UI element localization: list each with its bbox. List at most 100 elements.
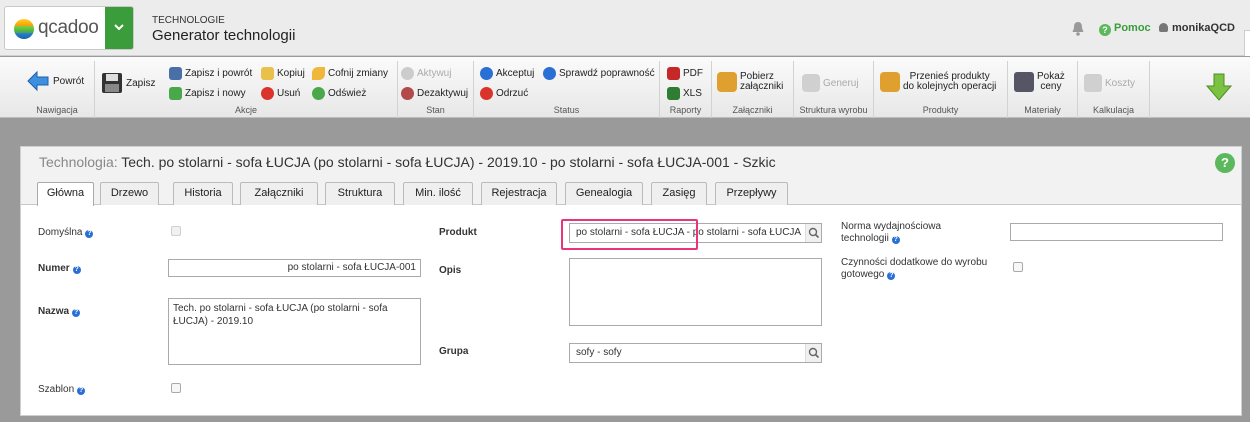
refresh-icon bbox=[312, 87, 325, 100]
activate-icon bbox=[401, 67, 414, 80]
accept-button[interactable]: Akceptuj bbox=[480, 67, 534, 80]
tab-range[interactable]: Zasięg bbox=[651, 182, 707, 205]
info-icon[interactable]: ? bbox=[72, 266, 81, 274]
help-link[interactable]: ? Pomoc bbox=[1099, 22, 1151, 36]
deactivate-label: Dezaktywuj bbox=[417, 88, 469, 99]
info-icon[interactable]: ? bbox=[72, 309, 81, 317]
back-button[interactable]: Powrót bbox=[26, 69, 84, 93]
show-price-line2: ceny bbox=[1040, 81, 1062, 92]
top-header: qcadoo TECHNOLOGIE Generator technologii… bbox=[0, 0, 1250, 56]
template-checkbox[interactable] bbox=[171, 383, 181, 393]
reject-button[interactable]: Odrzuć bbox=[480, 87, 528, 100]
default-checkbox[interactable] bbox=[171, 226, 181, 236]
search-icon[interactable] bbox=[805, 224, 821, 242]
save-new-label: Zapisz i nowy bbox=[185, 88, 246, 99]
tab-structure[interactable]: Struktura bbox=[325, 182, 395, 205]
delete-button[interactable]: Usuń bbox=[261, 87, 300, 100]
app-logo[interactable]: qcadoo bbox=[4, 6, 134, 50]
help-icon: ? bbox=[1099, 24, 1111, 36]
logo-icon bbox=[14, 19, 34, 39]
tab-attachments[interactable]: Załączniki bbox=[240, 182, 318, 205]
back-label: Powrót bbox=[53, 75, 85, 87]
group-lookup[interactable]: sofy - sofy bbox=[569, 343, 822, 363]
group-label: Stan bbox=[426, 105, 445, 115]
costs-label: Koszty bbox=[1105, 77, 1136, 89]
arrow-down-icon[interactable] bbox=[1206, 73, 1232, 101]
info-icon[interactable]: ? bbox=[85, 230, 94, 238]
reject-label: Odrzuć bbox=[496, 88, 529, 99]
activate-button[interactable]: Aktywuj bbox=[401, 67, 451, 80]
undo-button[interactable]: Cofnij zmiany bbox=[312, 67, 388, 80]
reject-icon bbox=[480, 87, 493, 100]
tab-min-quantity[interactable]: Min. ilość bbox=[403, 182, 473, 205]
help-label: Pomoc bbox=[1114, 22, 1151, 34]
generate-button[interactable]: Generuj bbox=[802, 74, 859, 92]
number-field[interactable]: po stolarni - sofa ŁUCJA-001 bbox=[168, 259, 421, 277]
activate-label: Aktywuj bbox=[417, 68, 452, 79]
content-spacer bbox=[0, 118, 1250, 146]
norm-label: Norma wydajnościowa technologii? bbox=[841, 221, 941, 245]
module-name: TECHNOLOGIE bbox=[152, 15, 225, 26]
user-menu[interactable]: monikaQCD bbox=[1159, 22, 1235, 34]
info-icon[interactable]: ? bbox=[77, 387, 86, 395]
undo-label: Cofnij zmiany bbox=[328, 68, 389, 79]
save-button[interactable]: Zapisz bbox=[101, 72, 155, 94]
group-label: Raporty bbox=[669, 105, 702, 115]
extra-activities-checkbox[interactable] bbox=[1013, 262, 1023, 272]
product-lookup[interactable]: po stolarni - sofa ŁUCJA - po stolarni -… bbox=[569, 223, 822, 243]
accept-label: Akceptuj bbox=[496, 68, 535, 79]
accept-icon bbox=[480, 67, 493, 80]
move-products-button[interactable]: Przenieś produkty do kolejnych operacji bbox=[880, 72, 996, 92]
copy-button[interactable]: Kopiuj bbox=[261, 67, 305, 80]
template-label-text: Szablon bbox=[38, 384, 75, 395]
info-icon[interactable]: ? bbox=[887, 272, 896, 280]
delete-label: Usuń bbox=[277, 88, 301, 99]
deactivate-icon bbox=[401, 87, 414, 100]
tab-flows[interactable]: Przepływy bbox=[715, 182, 788, 205]
xls-button[interactable]: XLS bbox=[667, 87, 702, 100]
bell-icon[interactable] bbox=[1071, 21, 1085, 36]
refresh-button[interactable]: Odśwież bbox=[312, 87, 366, 100]
download-label: Pobierz załączniki bbox=[740, 72, 783, 92]
panel-header: Technologia: Tech. po stolarni - sofa ŁU… bbox=[21, 147, 1241, 206]
undo-icon bbox=[312, 67, 325, 80]
save-and-new-button[interactable]: Zapisz i nowy bbox=[169, 87, 246, 100]
group-label: Nawigacja bbox=[36, 105, 78, 115]
copy-icon bbox=[261, 67, 274, 80]
move-products-label: Przenieś produkty do kolejnych operacji bbox=[903, 72, 996, 92]
save-back-icon bbox=[169, 67, 182, 80]
save-and-back-button[interactable]: Zapisz i powrót bbox=[169, 67, 252, 80]
info-icon[interactable]: ? bbox=[891, 236, 900, 244]
help-icon[interactable]: ? bbox=[1215, 153, 1235, 173]
norm-field[interactable] bbox=[1010, 223, 1223, 241]
tab-registration[interactable]: Rejestracja bbox=[481, 182, 557, 205]
tab-genealogy[interactable]: Genealogia bbox=[565, 182, 643, 205]
tab-tree[interactable]: Drzewo bbox=[100, 182, 159, 205]
pdf-button[interactable]: PDF bbox=[667, 67, 703, 80]
extra-label-line1: Czynności dodatkowe do wyrobu bbox=[841, 257, 988, 268]
refresh-label: Odśwież bbox=[328, 88, 367, 99]
user-icon bbox=[1159, 23, 1168, 32]
description-textarea[interactable] bbox=[569, 258, 822, 326]
tab-main[interactable]: Główna bbox=[37, 182, 94, 206]
logo-text: qcadoo bbox=[38, 17, 99, 38]
group-label: Produkty bbox=[922, 105, 959, 115]
panel-title-label: Technologia: bbox=[39, 154, 118, 170]
extra-label-line2: gotowego bbox=[841, 269, 885, 280]
chevron-down-icon bbox=[114, 24, 124, 31]
download-attachments-button[interactable]: Pobierz załączniki bbox=[717, 72, 783, 92]
show-prices-button[interactable]: Pokaż ceny bbox=[1014, 72, 1065, 92]
ribbon-group-status: Akceptuj Sprawdź poprawność Odrzuć Statu… bbox=[474, 61, 660, 118]
menu-toggle-button[interactable] bbox=[105, 7, 133, 49]
costs-button[interactable]: Koszty bbox=[1084, 74, 1135, 92]
generate-icon bbox=[802, 74, 820, 92]
name-textarea[interactable]: Tech. po stolarni - sofa ŁUCJA (po stola… bbox=[168, 298, 421, 365]
check-button[interactable]: Sprawdź poprawność bbox=[543, 67, 655, 80]
ribbon-group-attachments: Pobierz załączniki Załączniki bbox=[712, 61, 794, 118]
tab-history[interactable]: Historia bbox=[173, 182, 233, 205]
deactivate-button[interactable]: Dezaktywuj bbox=[401, 87, 468, 100]
product-value: po stolarni - sofa ŁUCJA - po stolarni -… bbox=[576, 227, 802, 238]
number-label-text: Numer bbox=[38, 263, 70, 274]
search-icon[interactable] bbox=[805, 344, 821, 362]
pdf-icon bbox=[667, 67, 680, 80]
